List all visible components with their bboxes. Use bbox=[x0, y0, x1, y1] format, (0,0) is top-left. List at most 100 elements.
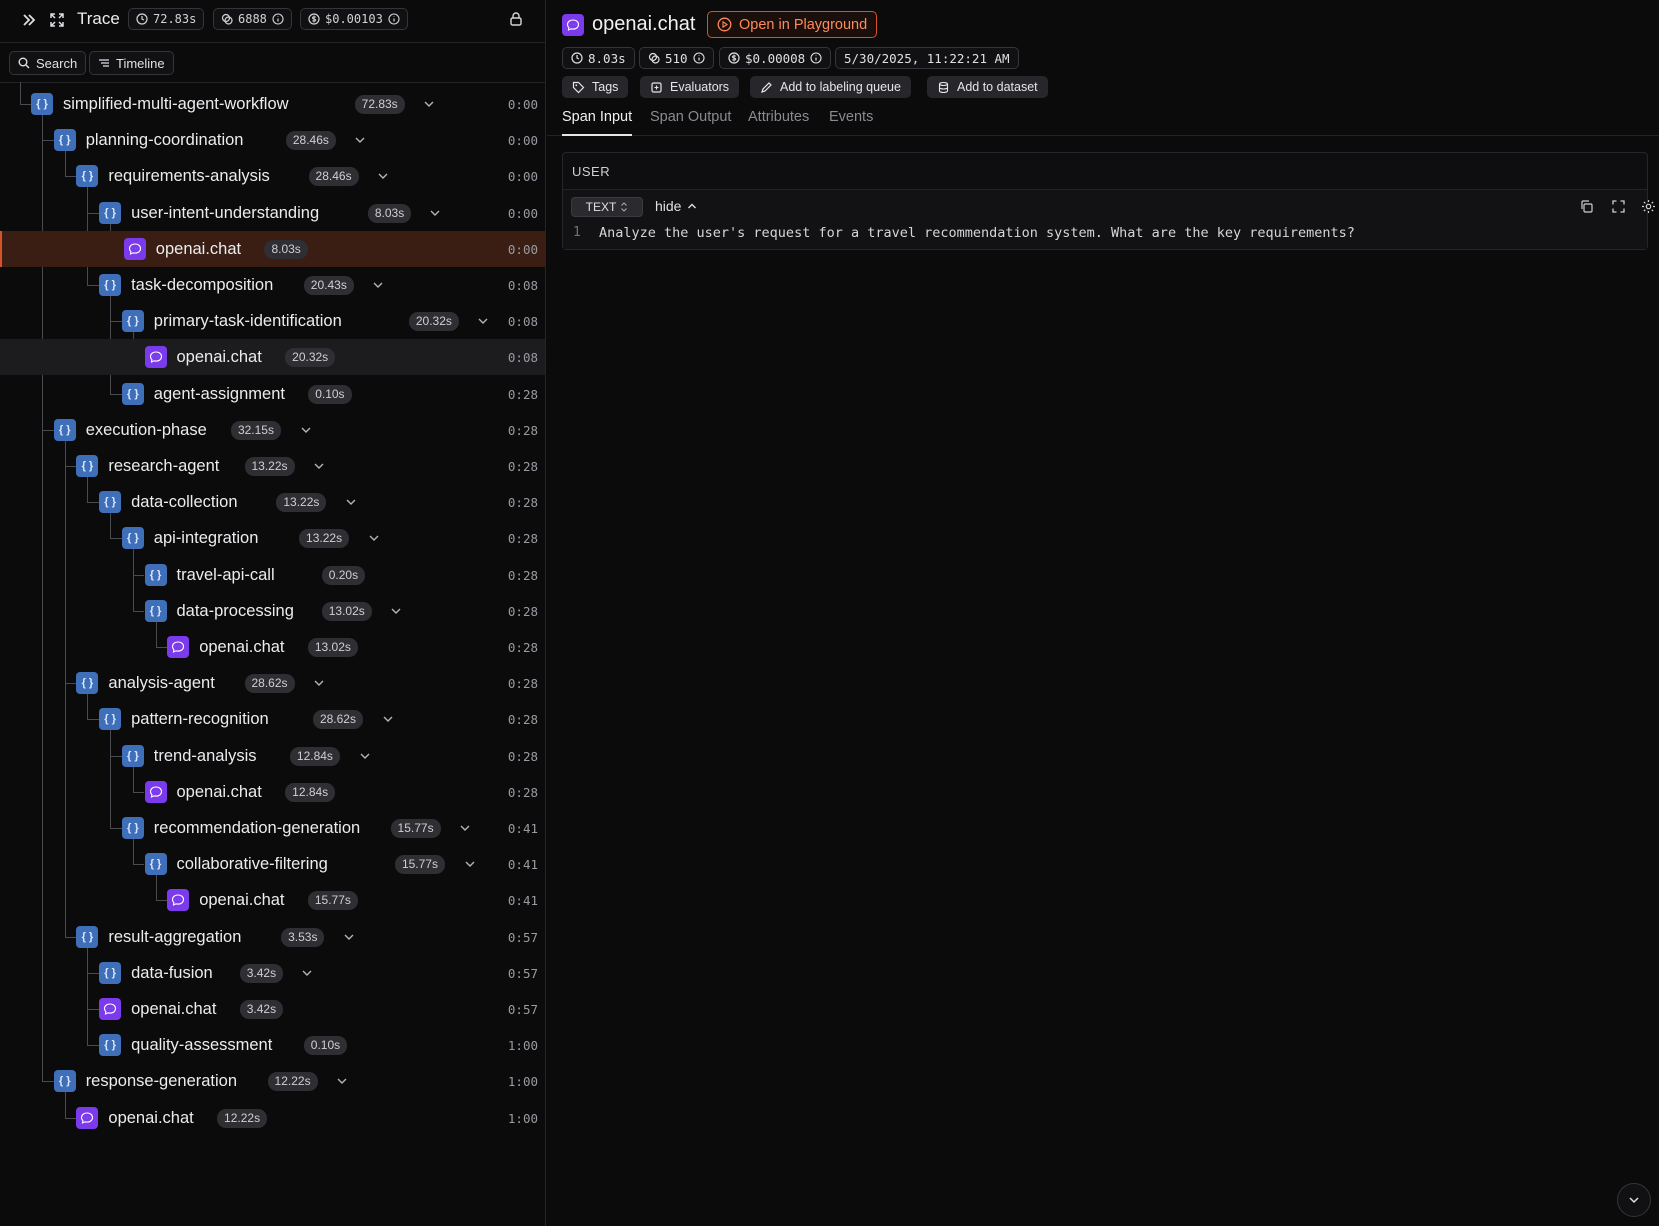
span-duration-badge: 0.20s bbox=[321, 565, 366, 585]
tab-events[interactable]: Events bbox=[829, 109, 873, 136]
function-braces-icon: { } bbox=[76, 672, 99, 695]
span-row[interactable]: openai.chat 13.02s 0:28 bbox=[0, 629, 545, 665]
add-to-labeling-queue-label: Add to labeling queue bbox=[780, 80, 901, 94]
chevron-down-icon[interactable] bbox=[354, 134, 366, 146]
span-duration-badge: 3.42s bbox=[239, 963, 284, 983]
span-row[interactable]: { } quality-assessment 0.10s 1:00 bbox=[0, 1027, 545, 1063]
span-start-time: 0:08 bbox=[507, 278, 538, 293]
trace-header: Trace 72.83s 6888 $0.00103 bbox=[0, 0, 546, 43]
lock-icon[interactable] bbox=[506, 9, 526, 29]
span-row[interactable]: openai.chat 12.84s 0:28 bbox=[0, 774, 545, 810]
span-row[interactable]: { } requirements-analysis 28.46s 0:00 bbox=[0, 158, 545, 194]
span-row[interactable]: { } pattern-recognition 28.62s 0:28 bbox=[0, 701, 545, 737]
fullscreen-icon[interactable] bbox=[1611, 199, 1626, 214]
span-start-time: 0:00 bbox=[507, 169, 538, 185]
span-row[interactable]: openai.chat 8.03s 0:00 bbox=[0, 230, 545, 267]
span-duration-badge: 20.32s bbox=[408, 312, 459, 332]
message-card: USER TEXT hide 1 Analyze the user's requ… bbox=[562, 152, 1655, 250]
timeline-button[interactable]: Timeline bbox=[89, 51, 174, 75]
span-row[interactable]: openai.chat 3.42s 0:57 bbox=[0, 991, 545, 1027]
add-to-dataset-button[interactable]: Add to dataset bbox=[927, 76, 1048, 98]
span-row[interactable]: { } agent-assignment 0.10s 0:28 bbox=[0, 376, 545, 412]
chevron-down-icon[interactable] bbox=[382, 713, 394, 725]
chevron-down-icon[interactable] bbox=[464, 858, 476, 870]
tags-button[interactable]: Tags bbox=[562, 76, 629, 98]
span-row[interactable]: { } data-processing 13.02s 0:28 bbox=[0, 593, 545, 629]
chevron-down-icon[interactable] bbox=[300, 424, 312, 436]
span-duration-badge: 15.77s bbox=[394, 855, 445, 875]
span-row[interactable]: { } research-agent 13.22s 0:28 bbox=[0, 448, 545, 484]
span-row[interactable]: { } execution-phase 32.15s 0:28 bbox=[0, 412, 545, 448]
span-start-time: 0:28 bbox=[507, 676, 538, 692]
span-name: result-aggregation bbox=[108, 927, 242, 946]
span-start-time: 1:00 bbox=[507, 1110, 538, 1126]
chevron-down-icon[interactable] bbox=[301, 967, 313, 979]
span-row[interactable]: { } result-aggregation 3.53s 0:57 bbox=[0, 919, 545, 955]
tab-span-output[interactable]: Span Output bbox=[650, 109, 731, 136]
chevron-down-icon[interactable] bbox=[343, 931, 355, 943]
database-icon bbox=[938, 81, 949, 93]
info-icon[interactable] bbox=[693, 52, 705, 64]
open-in-playground-button[interactable]: Open in Playground bbox=[707, 11, 878, 38]
span-row[interactable]: { } collaborative-filtering 15.77s 0:41 bbox=[0, 846, 545, 882]
span-row[interactable]: { } recommendation-generation 15.77s 0:41 bbox=[0, 810, 545, 846]
span-row[interactable]: { } planning-coordination 28.46s 0:00 bbox=[0, 122, 545, 158]
chevron-down-icon[interactable] bbox=[313, 677, 325, 689]
hide-label: hide bbox=[655, 198, 682, 214]
add-to-labeling-queue-button[interactable]: Add to labeling queue bbox=[750, 76, 911, 98]
chevron-down-icon[interactable] bbox=[459, 822, 471, 834]
info-icon[interactable] bbox=[272, 13, 284, 25]
chevron-down-icon[interactable] bbox=[477, 315, 489, 327]
collapse-panel-icon[interactable] bbox=[19, 10, 39, 30]
span-row[interactable]: openai.chat 12.22s 1:00 bbox=[0, 1100, 545, 1136]
span-row[interactable]: { } response-generation 12.22s 1:00 bbox=[0, 1063, 545, 1099]
chevron-down-icon[interactable] bbox=[372, 279, 384, 291]
chevron-down-icon[interactable] bbox=[336, 1075, 348, 1087]
span-row[interactable]: openai.chat 15.77s 0:41 bbox=[0, 882, 545, 918]
format-select[interactable]: TEXT bbox=[571, 197, 643, 217]
span-row[interactable]: { } user-intent-understanding 8.03s 0:00 bbox=[0, 195, 545, 231]
span-row[interactable]: { } task-decomposition 20.43s 0:08 bbox=[0, 267, 545, 303]
coins-icon bbox=[648, 52, 660, 64]
function-braces-icon: { } bbox=[99, 1034, 122, 1057]
span-name: collaborative-filtering bbox=[176, 855, 328, 874]
copy-icon[interactable] bbox=[1579, 199, 1594, 214]
tab-attributes[interactable]: Attributes bbox=[748, 109, 809, 136]
span-row[interactable]: openai.chat 20.32s 0:08 bbox=[0, 339, 545, 376]
settings-gear-icon[interactable] bbox=[1641, 199, 1656, 214]
span-row[interactable]: { } trend-analysis 12.84s 0:28 bbox=[0, 738, 545, 774]
expand-icon[interactable] bbox=[47, 10, 67, 30]
span-row[interactable]: { } analysis-agent 28.62s 0:28 bbox=[0, 665, 545, 701]
chevron-down-icon[interactable] bbox=[390, 605, 402, 617]
span-row[interactable]: { } simplified-multi-agent-workflow 72.83s… bbox=[0, 86, 545, 122]
hide-toggle[interactable]: hide bbox=[655, 198, 697, 214]
span-duration-badge: 13.02s bbox=[307, 638, 358, 657]
info-icon[interactable] bbox=[810, 52, 822, 64]
chat-icon bbox=[144, 780, 167, 803]
evaluators-button[interactable]: Evaluators bbox=[640, 76, 740, 98]
chevron-down-icon[interactable] bbox=[423, 98, 435, 110]
chevron-down-icon[interactable] bbox=[429, 207, 441, 219]
span-start-time: 0:28 bbox=[507, 459, 538, 474]
span-row[interactable]: { } data-fusion 3.42s 0:57 bbox=[0, 955, 545, 991]
chevron-down-icon[interactable] bbox=[345, 496, 357, 508]
span-start-time: 0:28 bbox=[507, 784, 538, 800]
span-name: data-processing bbox=[176, 601, 294, 620]
info-icon[interactable] bbox=[388, 13, 400, 25]
format-select-value: TEXT bbox=[585, 200, 617, 214]
span-duration-badge: 15.77s bbox=[307, 891, 358, 911]
message-text[interactable]: Analyze the user's request for a travel … bbox=[599, 225, 1355, 241]
chevron-down-icon[interactable] bbox=[368, 532, 380, 544]
span-row[interactable]: { } api-integration 13.22s 0:28 bbox=[0, 520, 545, 556]
scroll-to-bottom-button[interactable] bbox=[1617, 1183, 1651, 1217]
span-row[interactable]: { } data-collection 13.22s 0:28 bbox=[0, 484, 545, 520]
search-button[interactable]: Search bbox=[9, 51, 87, 75]
span-start-time: 0:28 bbox=[507, 386, 538, 402]
trace-panel: Trace 72.83s 6888 $0.00103 Search Timeli… bbox=[0, 0, 546, 1226]
tab-span-input[interactable]: Span Input bbox=[562, 109, 633, 136]
chevron-down-icon[interactable] bbox=[359, 750, 371, 762]
span-row[interactable]: { } travel-api-call 0.20s 0:28 bbox=[0, 557, 545, 593]
span-row[interactable]: { } primary-task-identification 20.32s 0:08 bbox=[0, 303, 545, 339]
chevron-down-icon[interactable] bbox=[313, 460, 325, 472]
chevron-down-icon[interactable] bbox=[377, 170, 389, 182]
